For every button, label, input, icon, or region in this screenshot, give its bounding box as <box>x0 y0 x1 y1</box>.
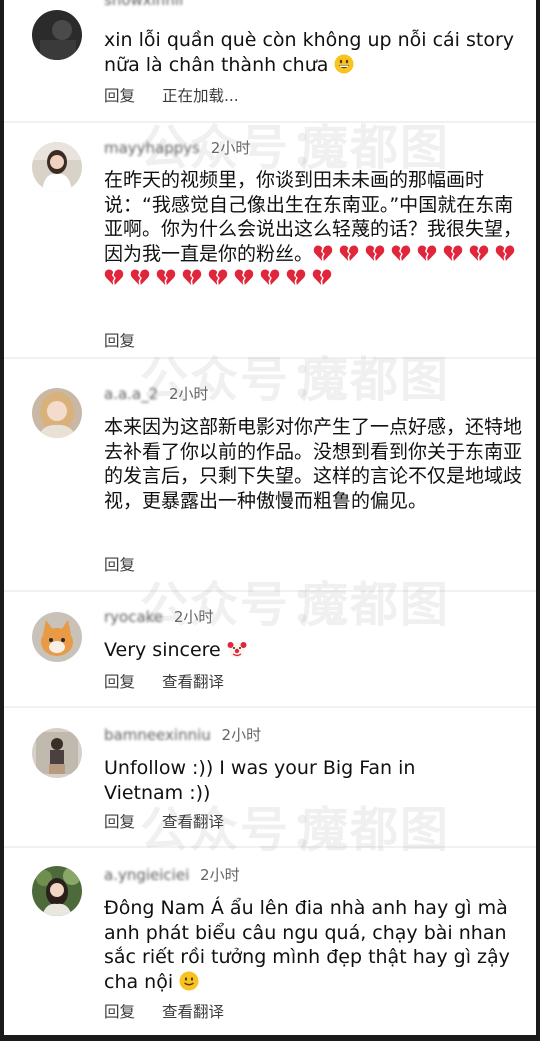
slightly-smiling-face-icon <box>179 971 199 990</box>
broken-heart-icon <box>339 245 359 261</box>
avatar-dark-icon <box>32 10 82 60</box>
broken-heart-icon <box>286 269 306 285</box>
comment-meta: ryocake 2小时 <box>104 606 213 627</box>
divider <box>0 706 540 708</box>
comment-actions: 回复 查看翻译 <box>104 670 224 692</box>
comment-actions: 回复 查看翻译 <box>104 810 224 832</box>
comment-item: bamneexinniu 2小时 Unfollow :)) I was your… <box>0 712 540 850</box>
comment-meta: bamneexinniu 2小时 <box>104 724 261 745</box>
broken-heart-icon <box>313 245 333 261</box>
avatar[interactable] <box>32 388 82 438</box>
avatar[interactable] <box>32 10 82 60</box>
broken-heart-icon <box>234 269 254 285</box>
username[interactable]: showxinnii <box>104 0 183 9</box>
clown-face-icon <box>227 642 247 658</box>
divider <box>0 590 540 592</box>
comment-item: a.a.a_2 2小时 本来因为这部新电影对你产生了一点好感，还特地去补看了你以… <box>0 364 540 596</box>
comment-time: 2小时 <box>173 608 214 626</box>
username[interactable]: a.a.a_2 <box>104 385 158 403</box>
comment-time: 2小时 <box>221 726 262 744</box>
view-translation-button[interactable]: 查看翻译 <box>162 813 224 831</box>
avatar[interactable] <box>32 142 82 192</box>
comment-text-body: Very sincere <box>104 639 221 661</box>
comment-text: Unfollow :)) I was your Big Fan in Vietn… <box>104 757 416 804</box>
comment-text-body: Đông Nam Á ẩu lên đia nhà anh hay gì mà … <box>104 897 510 993</box>
divider <box>0 357 540 359</box>
reply-button[interactable]: 回复 <box>104 813 135 831</box>
comment-time: 2小时 <box>168 385 209 403</box>
comment-actions: 回复 <box>104 553 135 575</box>
comment-text-body: xin lỗi quần què còn không up nỗi cái st… <box>104 29 515 76</box>
comment-actions: 回复 <box>104 329 135 351</box>
view-translation-button[interactable]: 查看翻译 <box>162 1003 224 1021</box>
comment-text: 在昨天的视频里，你谈到田未未画的那幅画时说：“我感觉自己像出生在东南亚。”中国就… <box>104 168 524 291</box>
broken-heart-icon <box>260 269 280 285</box>
comment-item: a.yngieiciei 2小时 Đông Nam Á ẩu lên đia n… <box>0 852 540 1041</box>
username[interactable]: ryocake <box>104 608 163 626</box>
view-translation-button[interactable]: 查看翻译 <box>162 673 224 691</box>
broken-heart-icon <box>365 245 385 261</box>
avatar[interactable] <box>32 866 82 916</box>
avatar[interactable] <box>32 728 82 778</box>
loading-status: 正在加载... <box>161 87 239 105</box>
comment-item: mayyhappys 2小时 在昨天的视频里，你谈到田未未画的那幅画时说：“我感… <box>0 128 540 364</box>
broken-heart-icon <box>312 269 332 285</box>
comment-item: showxinnii xin lỗi quần què còn không up… <box>0 0 540 128</box>
frame-border-bottom <box>0 1035 540 1041</box>
avatar-girl-garden-icon <box>32 866 82 916</box>
comment-meta: mayyhappys 2小时 <box>104 137 250 158</box>
frame-border-right <box>536 0 540 1041</box>
broken-heart-icon <box>391 245 411 261</box>
comment-time: 2小时 <box>200 866 240 884</box>
broken-heart-icon <box>130 269 150 285</box>
avatar-mirror-selfie-icon <box>32 728 82 778</box>
avatar-girl-white-top-icon <box>32 142 82 192</box>
username[interactable]: a.yngieiciei <box>104 866 189 884</box>
comment-meta: showxinnii <box>104 0 189 9</box>
broken-heart-icon <box>495 245 515 261</box>
comment-time: 2小时 <box>210 139 251 157</box>
comment-text: Very sincere <box>104 638 524 663</box>
avatar-cat-icon <box>32 612 82 662</box>
comment-actions: 回复 查看翻译 <box>104 1000 224 1022</box>
broken-heart-icon <box>469 245 489 261</box>
username[interactable]: bamneexinniu <box>104 726 211 744</box>
comment-text: xin lỗi quần què còn không up nỗi cái st… <box>104 28 524 77</box>
reply-button[interactable]: 回复 <box>104 87 135 105</box>
divider <box>0 121 540 123</box>
broken-heart-icon <box>417 245 437 261</box>
reply-button[interactable]: 回复 <box>104 1003 135 1021</box>
comment-meta: a.yngieiciei 2小时 <box>104 864 240 885</box>
comment-text: 本来因为这部新电影对你产生了一点好感，还特地去补看了你以前的作品。没想到看到你关… <box>104 416 523 512</box>
comment-list: showxinnii xin lỗi quần què còn không up… <box>0 0 540 1041</box>
frame-border-left <box>0 0 4 1041</box>
reply-button[interactable]: 回复 <box>104 673 135 691</box>
reply-button[interactable]: 回复 <box>104 556 135 574</box>
username[interactable]: mayyhappys <box>104 139 200 157</box>
broken-heart-icon <box>208 269 228 285</box>
divider <box>0 846 540 848</box>
comment-text: Đông Nam Á ẩu lên đia nhà anh hay gì mà … <box>104 896 524 994</box>
comment-item: ryocake 2小时 Very sincere 回复 查看翻译 <box>0 596 540 708</box>
grinning-face-icon <box>334 54 354 73</box>
reply-button[interactable]: 回复 <box>104 332 135 350</box>
comment-meta: a.a.a_2 2小时 <box>104 383 208 404</box>
broken-heart-icon <box>156 269 176 285</box>
avatar-girl-blonde-icon <box>32 388 82 438</box>
broken-heart-icon <box>443 245 463 261</box>
avatar[interactable] <box>32 612 82 662</box>
comment-feed-screen: showxinnii xin lỗi quần què còn không up… <box>0 0 540 1041</box>
broken-heart-icon <box>104 269 124 285</box>
broken-heart-icon <box>182 269 202 285</box>
comment-actions: 回复 正在加载... <box>104 84 239 106</box>
